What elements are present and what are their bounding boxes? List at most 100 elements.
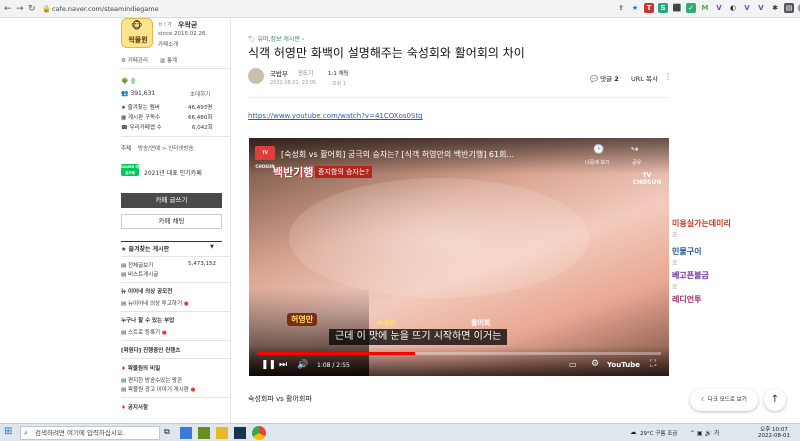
youtube-player[interactable]: TV CHOSUN [숙성회 vs 활어회] 궁극의 승자는? [식객 허영만의… xyxy=(249,138,669,376)
chat-link[interactable]: 1:1 채팅 xyxy=(328,69,349,77)
divider xyxy=(121,241,222,242)
share-icon[interactable]: ⇪ xyxy=(616,3,626,13)
arrow-up-icon: ↑ xyxy=(770,394,780,405)
clock-date[interactable]: 2022-08-01 xyxy=(754,433,794,439)
divider xyxy=(121,397,231,398)
category-label: 유머,정보 게시판 xyxy=(257,36,300,43)
taskbar-app-icon[interactable] xyxy=(234,427,246,439)
weather-icon[interactable]: ☁ xyxy=(630,428,637,436)
menu-section-title: ♦ 왁물원의 비밀 xyxy=(121,366,161,372)
member-count-value: 391,631 xyxy=(130,90,156,97)
recommend-item-sub: 오 xyxy=(672,284,678,291)
recommend-item[interactable]: 미용실가는데미리 xyxy=(672,218,731,229)
extension-icon[interactable]: V xyxy=(742,3,752,13)
all-posts-link[interactable]: ▤ 전체글보기 xyxy=(121,261,153,269)
recommend-item[interactable]: 레디언투 xyxy=(672,294,701,305)
scroll-top-button[interactable]: ↑ xyxy=(764,389,786,411)
star-icon[interactable]: ★ xyxy=(630,3,640,13)
cafe-manage-link[interactable]: ⚙ 카페관리 xyxy=(121,56,148,64)
popular-posts-label: 비스트게시글 xyxy=(127,272,159,278)
extension-icon[interactable]: M xyxy=(700,3,710,13)
cafe-logo[interactable]: 왁물원 🐵 xyxy=(121,18,153,48)
popular-posts-link[interactable]: ▤ 비스트게시글 xyxy=(121,270,158,278)
write-button[interactable]: 카페 글쓰기 xyxy=(121,193,222,208)
chat-button[interactable]: 카페 채팅 xyxy=(121,214,222,229)
subtitles-icon[interactable]: ▭ xyxy=(569,360,577,369)
url-copy-button[interactable]: URL 복사 xyxy=(631,73,658,83)
video-time: 1:08 / 2:55 xyxy=(317,362,350,369)
favorites-header[interactable]: ★ 즐겨찾는 게시판 xyxy=(121,244,169,253)
taskbar-app-icon[interactable] xyxy=(198,427,210,439)
invite-link[interactable]: 초대하기 xyxy=(190,90,210,98)
youtube-logo[interactable]: YouTube xyxy=(607,361,640,369)
all-posts-label: 전체글보기 xyxy=(127,263,154,269)
menu-item[interactable]: ▤ 편지한 방송수있는 왕관 xyxy=(121,376,182,384)
cafe-stats-link[interactable]: ▥ 통계 xyxy=(160,56,177,64)
divider xyxy=(121,340,231,341)
watch-later-icon[interactable]: 🕒 xyxy=(593,145,604,155)
task-view-icon[interactable]: ⧉ xyxy=(164,427,170,437)
progress-bar[interactable] xyxy=(257,352,661,355)
share-label: 공유 xyxy=(632,160,642,166)
next-icon[interactable]: ⏭ xyxy=(279,360,287,370)
video-title[interactable]: [숙성회 vs 활어회] 궁극의 승자는? [식객 허영만의 백반기행] 61회… xyxy=(281,149,581,160)
menu-item-label: 왁물원 광고 이야기 게시판 xyxy=(127,387,189,393)
favorites-toggle-icon[interactable]: ▼ xyxy=(210,244,214,250)
clock-time[interactable]: 오후 10:07 xyxy=(754,425,794,433)
extension-icon[interactable]: ◐ xyxy=(728,3,738,13)
menu-item[interactable]: ▤ 왁물원 광고 이야기 게시판 ● xyxy=(121,385,195,393)
channel-logo[interactable]: TV CHOSUN xyxy=(255,146,275,169)
naver-award-badge: NAVER 대표카페 xyxy=(121,164,139,176)
windows-taskbar: ⊞ ⌕ 검색하려면 여기에 입력하십시오. ⧉ ☁ 29°C 구름 조금 ⌃ ▣… xyxy=(0,423,800,441)
author-avatar[interactable] xyxy=(248,68,264,84)
more-options-icon[interactable]: ⋮ xyxy=(664,72,672,81)
tray-icons[interactable]: ⌃ ▣ 🔊 가 xyxy=(690,428,719,437)
level-badge-text: 숲 xyxy=(130,78,136,85)
back-icon[interactable]: ← xyxy=(4,4,12,14)
show-title-logo: 백반기행 xyxy=(273,166,314,179)
address-bar[interactable]: cafe.naver.com/steamindiegame xyxy=(52,3,612,15)
comments-button[interactable]: 💬 댓글 2 xyxy=(590,73,619,83)
menu-section-title: 누구나 할 수 있는 부업 xyxy=(121,318,175,324)
share-icon[interactable]: ↪ xyxy=(631,145,639,155)
cafe-name[interactable]: 우왁굳 xyxy=(178,20,197,30)
menu-item-label: 스트로 등록기 xyxy=(127,330,161,336)
video-subtitle: 근데 이 맛에 눈을 뜨기 시작하면 이거는 xyxy=(329,329,508,345)
windows-start-icon[interactable]: ⊞ xyxy=(4,426,12,437)
chrome-icon[interactable] xyxy=(252,426,266,440)
dark-mode-toggle[interactable]: ☾ 다크 모드로 보기 xyxy=(690,389,758,411)
volume-icon[interactable]: 🔊 xyxy=(297,360,308,370)
recommend-item[interactable]: 베고픈불금 xyxy=(672,270,709,281)
settings-icon[interactable]: ⚙ xyxy=(591,359,599,369)
fullscreen-icon[interactable]: ⛶ xyxy=(650,359,656,369)
taskbar-app-icon[interactable] xyxy=(216,427,228,439)
extension-icon[interactable]: ✱ xyxy=(770,3,780,13)
pause-icon[interactable]: ❚❚ xyxy=(261,360,276,370)
extension-icon[interactable]: ⬛ xyxy=(672,3,682,13)
recommend-item-label: 레디언투 xyxy=(672,295,702,304)
article-title: 식객 허영만 화백이 설명해주는 숙성회와 활어회의 차이 xyxy=(248,46,525,60)
favorites-header-label: 즐겨찾는 게시판 xyxy=(128,246,170,253)
member-count[interactable]: 👥 391,631 xyxy=(121,90,155,97)
menu-section-label: 공지사항 xyxy=(127,405,149,411)
topic-value[interactable]: 방송/연예 > 인터넷방송 xyxy=(138,144,194,152)
author-name[interactable]: 국밥부 xyxy=(270,68,288,78)
extension-icon[interactable]: ▤ xyxy=(784,3,794,13)
our-cafe-label: 우리카페앱 수 xyxy=(129,125,162,131)
extension-icon[interactable]: S xyxy=(658,3,668,13)
comments-count: 2 xyxy=(614,75,619,83)
taskbar-search-input[interactable]: ⌕ 검색하려면 여기에 입력하십시오. xyxy=(20,426,160,440)
extension-icon[interactable]: V xyxy=(756,3,766,13)
forward-icon[interactable]: → xyxy=(16,4,24,14)
menu-item[interactable]: ▤ 스트로 등록기 ● xyxy=(121,328,167,336)
recommend-item[interactable]: 민물구이 xyxy=(672,246,701,257)
extension-icon[interactable]: T xyxy=(644,3,654,13)
extension-icon[interactable]: V xyxy=(714,3,724,13)
reload-icon[interactable]: ↻ xyxy=(28,4,36,14)
cafe-intro-link[interactable]: 카페소개 xyxy=(158,40,178,48)
youtube-link[interactable]: https://www.youtube.com/watch?v=41COXos0… xyxy=(248,112,423,120)
extension-icon[interactable]: ✓ xyxy=(686,3,696,13)
category-link[interactable]: 🏷 유머,정보 게시판 › xyxy=(248,34,304,43)
menu-item[interactable]: ▤ 뉴이어네 의상 투고하기 ● xyxy=(121,299,189,307)
taskbar-app-icon[interactable] xyxy=(180,427,192,439)
